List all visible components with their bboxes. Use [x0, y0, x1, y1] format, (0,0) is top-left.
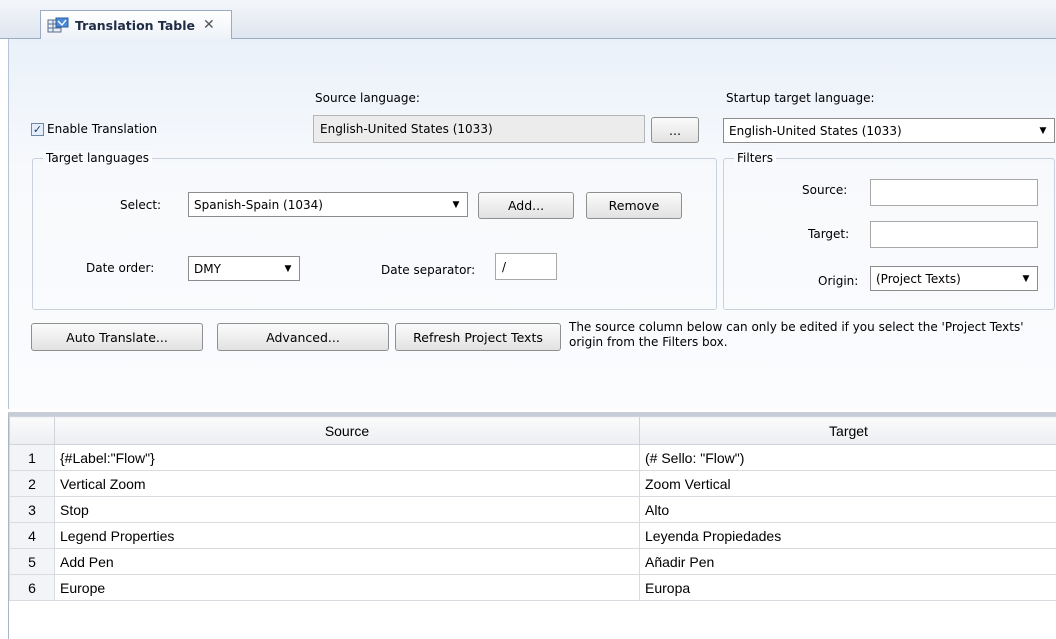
settings-panel: Source language: English-United States (…: [8, 39, 1056, 409]
date-order-select[interactable]: DMY ▼: [188, 256, 300, 281]
row-number-header: [9, 416, 55, 445]
filter-origin-select[interactable]: (Project Texts) ▼: [870, 266, 1038, 291]
target-languages-title: Target languages: [43, 151, 153, 165]
refresh-project-texts-button[interactable]: Refresh Project Texts: [395, 323, 561, 351]
translation-table-icon: [47, 17, 69, 33]
browse-source-language-button[interactable]: ...: [651, 117, 699, 143]
enable-translation-label: Enable Translation: [47, 122, 158, 136]
filters-title: Filters: [734, 151, 776, 165]
select-label: Select:: [120, 198, 162, 212]
table-row[interactable]: 6 Europe Europa: [9, 574, 1056, 601]
table-row[interactable]: 1 {#Label:"Flow"} (# Sello: "Flow"): [9, 444, 1056, 471]
row-number: 4: [9, 522, 55, 549]
chevron-down-icon: ▼: [452, 199, 460, 210]
row-number: 5: [9, 548, 55, 575]
source-cell[interactable]: Legend Properties: [54, 522, 640, 549]
filter-target-label: Target:: [808, 227, 850, 241]
target-cell[interactable]: (# Sello: "Flow"): [639, 444, 1056, 471]
startup-target-language-select[interactable]: English-United States (1033) ▼: [723, 118, 1055, 143]
filters-group: Filters Source: Target: Origin: (Project…: [723, 151, 1055, 310]
chevron-down-icon: ▼: [284, 263, 292, 274]
chevron-down-icon: ▼: [1039, 125, 1047, 136]
tab-strip: Translation Table ✕: [0, 0, 1056, 39]
table-row[interactable]: 3 Stop Alto: [9, 496, 1056, 523]
date-separator-input[interactable]: /: [495, 253, 557, 280]
row-number: 6: [9, 574, 55, 601]
checkbox-checked-icon: ✓: [31, 122, 44, 136]
startup-target-language-label: Startup target language:: [726, 91, 875, 105]
grid-header-row: Source Target: [9, 416, 1056, 445]
source-column-header[interactable]: Source: [54, 416, 640, 445]
source-cell[interactable]: {#Label:"Flow"}: [54, 444, 640, 471]
target-column-header[interactable]: Target: [639, 416, 1056, 445]
translation-grid: Source Target 1 {#Label:"Flow"} (# Sello…: [8, 412, 1056, 639]
target-cell[interactable]: Añadir Pen: [639, 548, 1056, 575]
advanced-button[interactable]: Advanced...: [217, 323, 389, 351]
target-cell[interactable]: Europa: [639, 574, 1056, 601]
table-row[interactable]: 2 Vertical Zoom Zoom Vertical: [9, 470, 1056, 497]
filter-source-input[interactable]: [870, 179, 1038, 206]
filter-target-input[interactable]: [870, 221, 1038, 248]
target-language-value: Spanish-Spain (1034): [194, 197, 323, 212]
chevron-down-icon: ▼: [1022, 273, 1030, 284]
filter-origin-label: Origin:: [818, 274, 859, 288]
row-number: 1: [9, 444, 55, 471]
enable-translation-checkbox[interactable]: ✓ Enable Translation: [31, 122, 157, 136]
date-order-label: Date order:: [86, 261, 155, 275]
tab-title: Translation Table: [75, 17, 195, 33]
date-order-value: DMY: [194, 261, 221, 276]
row-number: 3: [9, 496, 55, 523]
target-language-select[interactable]: Spanish-Spain (1034) ▼: [188, 192, 468, 217]
source-cell[interactable]: Stop: [54, 496, 640, 523]
source-language-field: English-United States (1033): [313, 115, 645, 143]
source-cell[interactable]: Add Pen: [54, 548, 640, 575]
row-number: 2: [9, 470, 55, 497]
table-row[interactable]: 4 Legend Properties Leyenda Propiedades: [9, 522, 1056, 549]
target-cell[interactable]: Leyenda Propiedades: [639, 522, 1056, 549]
source-language-label: Source language:: [315, 91, 420, 105]
remove-language-button[interactable]: Remove: [586, 192, 682, 219]
auto-translate-button[interactable]: Auto Translate...: [31, 323, 203, 351]
target-cell[interactable]: Zoom Vertical: [639, 470, 1056, 497]
source-cell[interactable]: Vertical Zoom: [54, 470, 640, 497]
filter-origin-value: (Project Texts): [876, 271, 961, 286]
target-cell[interactable]: Alto: [639, 496, 1056, 523]
table-row[interactable]: 5 Add Pen Añadir Pen: [9, 548, 1056, 575]
target-languages-group: Target languages Select: Spanish-Spain (…: [32, 151, 717, 310]
close-icon[interactable]: ✕: [203, 17, 215, 33]
filter-source-label: Source:: [802, 183, 848, 197]
source-edit-note: The source column below can only be edit…: [569, 320, 1024, 349]
source-cell[interactable]: Europe: [54, 574, 640, 601]
date-separator-label: Date separator:: [381, 263, 476, 277]
translation-table: Source Target 1 {#Label:"Flow"} (# Sello…: [9, 416, 1056, 601]
tab-translation-table[interactable]: Translation Table ✕: [40, 10, 232, 39]
startup-target-language-value: English-United States (1033): [729, 123, 902, 138]
add-language-button[interactable]: Add...: [478, 192, 574, 219]
